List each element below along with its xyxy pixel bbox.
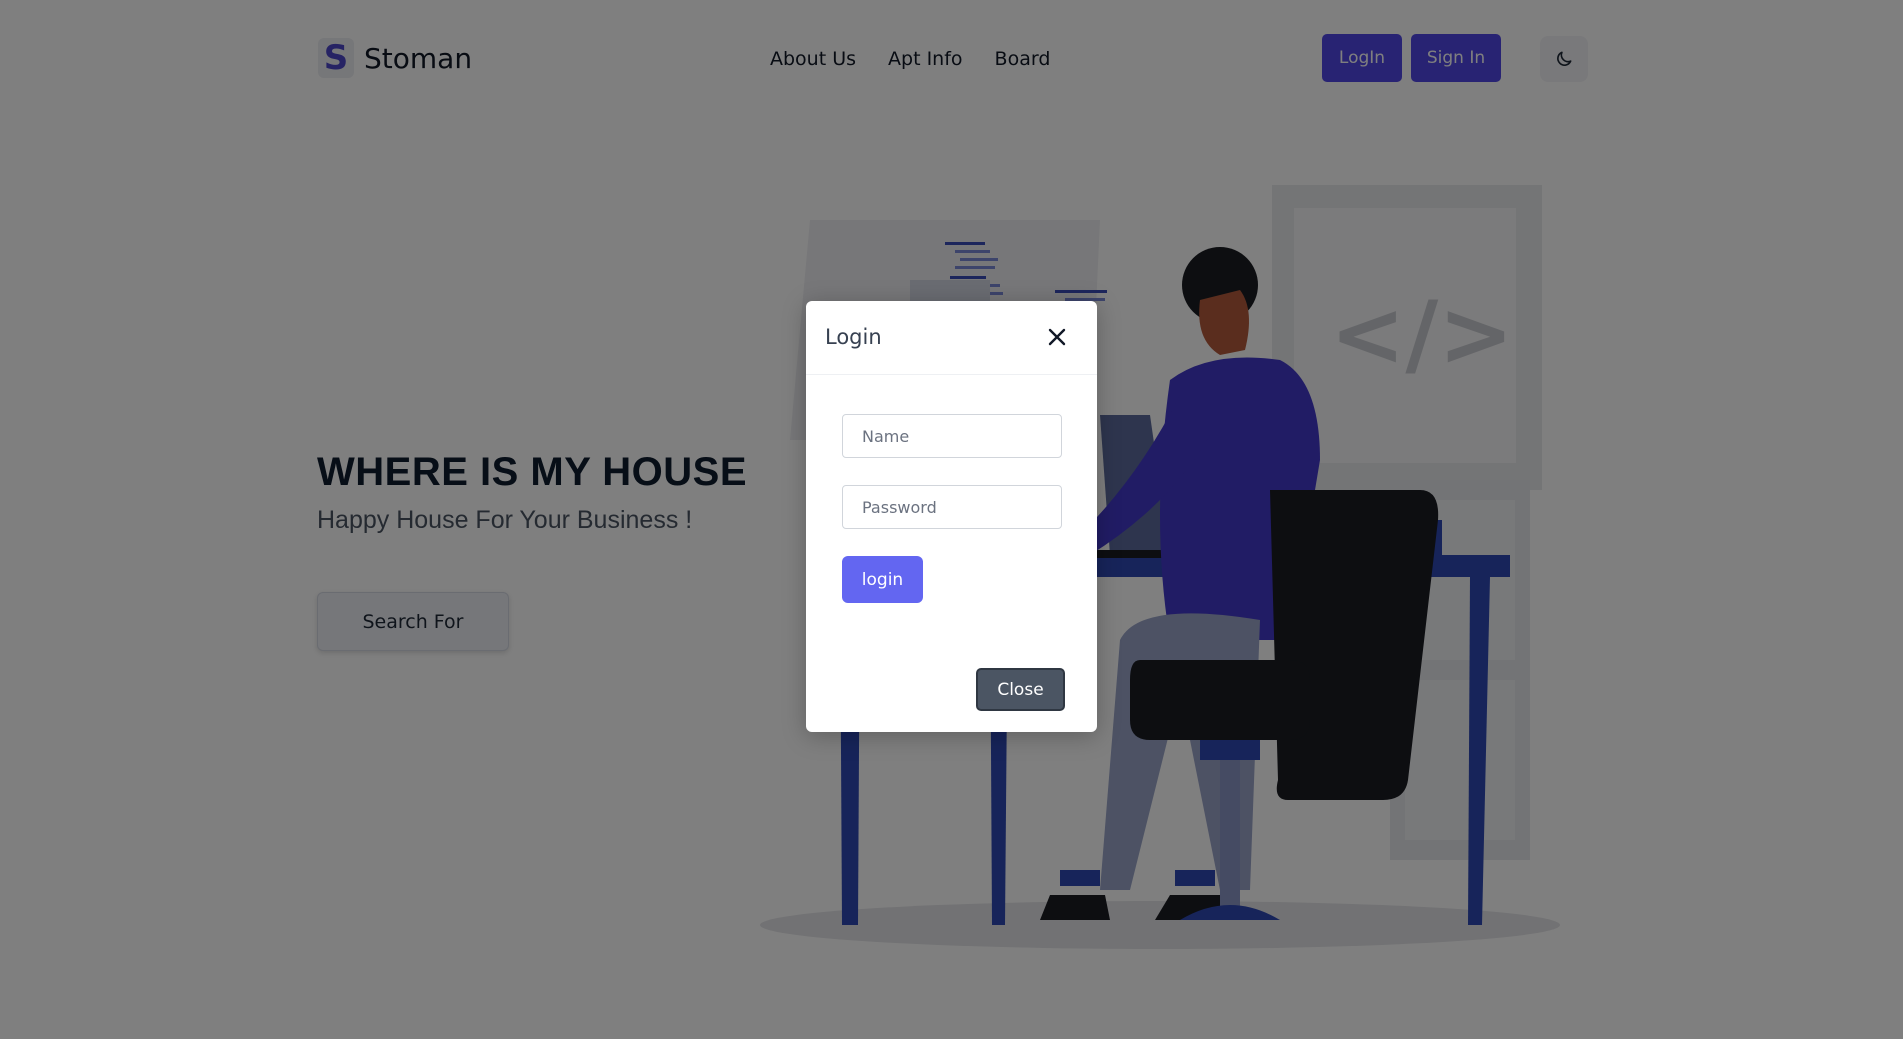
modal-close-button[interactable]: Close	[976, 668, 1065, 711]
login-modal: Login login Close	[806, 301, 1097, 732]
modal-title: Login	[825, 325, 882, 349]
modal-header: Login	[806, 301, 1097, 375]
page: S Stoman About Us Apt Info Board LogIn S…	[0, 0, 1903, 1039]
close-icon[interactable]	[1045, 325, 1069, 349]
modal-login-button[interactable]: login	[842, 556, 923, 603]
name-input[interactable]	[842, 414, 1062, 458]
password-input[interactable]	[842, 485, 1062, 529]
